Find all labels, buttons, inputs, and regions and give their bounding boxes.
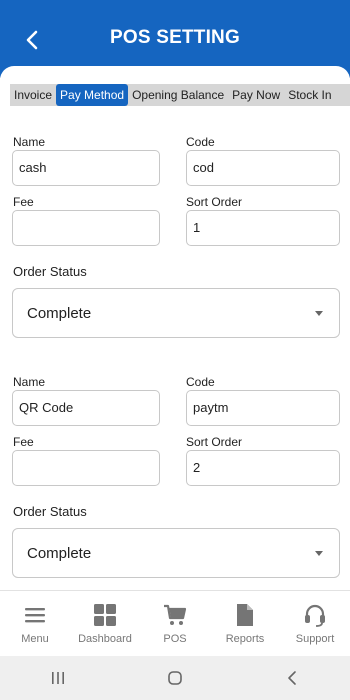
home-button[interactable] bbox=[145, 663, 205, 693]
dropdown-arrow-icon bbox=[315, 311, 323, 316]
code-field[interactable]: paytm bbox=[186, 390, 340, 426]
order-status-label: Order Status bbox=[13, 504, 87, 519]
dashboard-icon bbox=[94, 604, 116, 626]
tab-invoice[interactable]: Invoice bbox=[10, 84, 56, 106]
tab-opening-balance[interactable]: Opening Balance bbox=[128, 84, 228, 106]
order-status-value: Complete bbox=[27, 305, 92, 322]
sort-order-field[interactable]: 2 bbox=[186, 450, 340, 486]
code-label: Code bbox=[186, 135, 215, 149]
cart-icon bbox=[164, 604, 187, 625]
headset-icon bbox=[305, 604, 325, 627]
order-status-select[interactable]: Complete bbox=[12, 288, 340, 338]
page-title: POS SETTING bbox=[110, 27, 240, 48]
order-status-value: Complete bbox=[27, 545, 92, 562]
sort-order-label: Sort Order bbox=[186, 195, 243, 209]
name-label: Name bbox=[13, 375, 46, 389]
fee-label: Fee bbox=[13, 435, 34, 449]
file-icon bbox=[237, 604, 253, 626]
back-arrow-icon bbox=[287, 671, 296, 685]
sort-order-label: Sort Order bbox=[186, 435, 243, 449]
name-field[interactable]: QR Code bbox=[12, 390, 160, 426]
nav-label: Reports bbox=[225, 633, 265, 645]
name-label: Name bbox=[13, 135, 46, 149]
code-field[interactable]: cod bbox=[186, 150, 340, 186]
recent-apps-icon bbox=[52, 672, 65, 684]
fee-label: Fee bbox=[13, 195, 34, 209]
settings-tabs: Invoice Pay Method Opening Balance Pay N… bbox=[10, 84, 350, 106]
order-status-select[interactable]: Complete bbox=[12, 528, 340, 578]
nav-label: Dashboard bbox=[78, 633, 132, 645]
content-card: Invoice Pay Method Opening Balance Pay N… bbox=[0, 66, 350, 590]
nav-support[interactable]: Support bbox=[280, 591, 350, 656]
fee-field[interactable] bbox=[12, 210, 160, 246]
system-back-button[interactable] bbox=[262, 663, 322, 693]
tab-pay-now[interactable]: Pay Now bbox=[228, 84, 284, 106]
nav-reports[interactable]: Reports bbox=[210, 591, 280, 656]
fee-field[interactable] bbox=[12, 450, 160, 486]
nav-label: Support bbox=[295, 633, 335, 645]
nav-label: Menu bbox=[21, 633, 49, 645]
name-field[interactable]: cash bbox=[12, 150, 160, 186]
nav-menu[interactable]: Menu bbox=[0, 591, 70, 656]
tab-stock-in[interactable]: Stock In bbox=[284, 84, 335, 106]
code-label: Code bbox=[186, 375, 215, 389]
menu-icon bbox=[25, 608, 45, 623]
system-nav-bar bbox=[0, 656, 350, 700]
tab-pay-method[interactable]: Pay Method bbox=[56, 84, 129, 106]
order-status-label: Order Status bbox=[13, 264, 87, 279]
nav-pos[interactable]: POS bbox=[140, 591, 210, 656]
dropdown-arrow-icon bbox=[315, 551, 323, 556]
bottom-navigation: Menu Dashboard POS Reports Support bbox=[0, 590, 350, 656]
sort-order-field[interactable]: 1 bbox=[186, 210, 340, 246]
home-icon bbox=[168, 671, 182, 685]
recent-apps-button[interactable] bbox=[28, 663, 88, 693]
nav-label: POS bbox=[163, 633, 187, 645]
nav-dashboard[interactable]: Dashboard bbox=[70, 591, 140, 656]
